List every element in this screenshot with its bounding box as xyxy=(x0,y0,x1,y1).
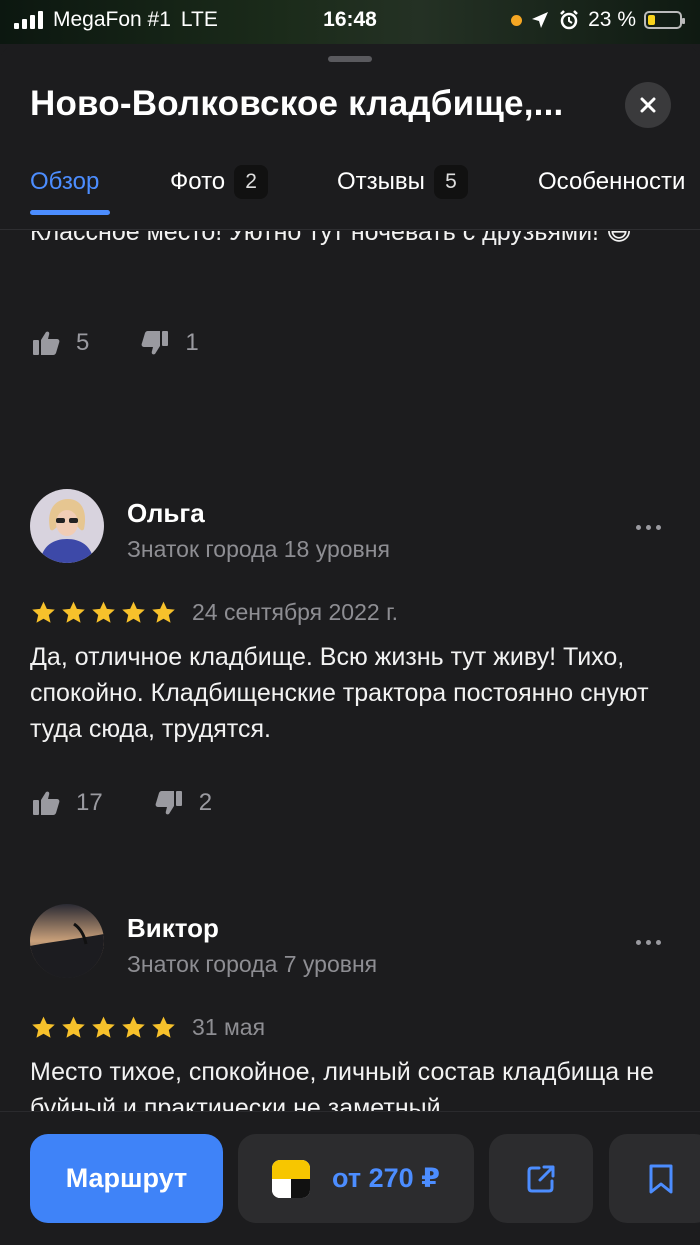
thumbs-up-icon[interactable] xyxy=(32,790,60,816)
battery-percent: 23 % xyxy=(588,8,636,31)
author-level: Знаток города 18 уровня xyxy=(127,536,390,562)
share-icon xyxy=(527,1165,555,1192)
star-icon xyxy=(122,601,145,623)
review-date: 24 сентября 2022 г. xyxy=(192,599,399,625)
tab-label: Отзывы xyxy=(337,168,425,195)
place-card-sheet: Ново-Волковское кладбище,... Обзор Фото … xyxy=(0,44,700,1245)
star-icon xyxy=(152,1016,175,1038)
rating-stars xyxy=(30,600,180,626)
tab-label: Обзор xyxy=(30,168,100,195)
avatar[interactable] xyxy=(30,904,104,978)
route-button-label: Маршрут xyxy=(65,1163,188,1193)
bookmark-button[interactable] xyxy=(609,1134,700,1223)
star-icon xyxy=(152,601,175,623)
avatar-image xyxy=(30,489,104,563)
tab-bar: Обзор Фото 2 Отзывы 5 Особенности xyxy=(0,154,700,230)
review-text: Место тихое, спокойное, личный состав кл… xyxy=(30,1058,654,1111)
review-text: Да, отличное кладбище. Всю жизнь тут жив… xyxy=(30,643,649,743)
star-icon xyxy=(32,1016,55,1038)
rating-row: 31 мая xyxy=(30,1014,265,1041)
battery-icon xyxy=(644,11,685,29)
thumbs-down-icon[interactable] xyxy=(155,790,183,816)
taxi-button[interactable]: от 270 ₽ xyxy=(238,1134,474,1223)
tab-photos[interactable]: Фото 2 xyxy=(170,154,269,210)
tab-badge: 2 xyxy=(234,165,269,199)
location-arrow-icon xyxy=(532,12,549,28)
recording-dot-icon xyxy=(511,14,523,26)
star-icon xyxy=(62,601,85,623)
star-icon xyxy=(62,1016,85,1038)
tab-features[interactable]: Особенности xyxy=(538,154,685,210)
dislikes-count: 2 xyxy=(198,789,213,816)
tab-label: Фото xyxy=(170,168,226,195)
author-name[interactable]: Ольга xyxy=(127,498,205,529)
avatar[interactable] xyxy=(30,489,104,563)
bottom-action-bar: Маршрут от 270 ₽ xyxy=(0,1111,700,1245)
star-icon xyxy=(92,1016,115,1038)
star-icon xyxy=(122,1016,145,1038)
route-button[interactable]: Маршрут xyxy=(30,1134,223,1223)
dislikes-count: 1 xyxy=(185,329,199,356)
likes-count: 5 xyxy=(76,329,90,356)
tab-overview[interactable]: Обзор xyxy=(30,154,99,210)
more-options-button[interactable] xyxy=(636,525,661,530)
author-name[interactable]: Виктор xyxy=(127,913,219,944)
close-button[interactable] xyxy=(625,82,671,128)
thumbs-up-icon[interactable] xyxy=(32,330,60,356)
rating-stars xyxy=(30,1015,180,1041)
author-level: Знаток города 7 уровня xyxy=(127,951,378,977)
sheet-grabber[interactable] xyxy=(328,56,372,62)
share-button[interactable] xyxy=(489,1134,593,1223)
more-options-button[interactable] xyxy=(636,940,661,945)
status-bar: MegaFon #1 LTE 16:48 23 % xyxy=(0,0,700,44)
bookmark-icon xyxy=(649,1164,673,1193)
tab-badge: 5 xyxy=(433,165,468,199)
likes-count: 17 xyxy=(76,789,103,816)
rating-row: 24 сентября 2022 г. xyxy=(30,599,398,626)
taxi-logo-icon xyxy=(272,1159,311,1198)
battery-fill xyxy=(648,15,655,25)
review-votes: 5 1 xyxy=(32,329,251,357)
review-date: 31 мая xyxy=(192,1014,266,1040)
place-title: Ново-Волковское кладбище,... xyxy=(30,84,564,123)
star-icon xyxy=(92,601,115,623)
taxi-price: от 270 ₽ xyxy=(332,1163,440,1193)
tab-reviews[interactable]: Отзывы 5 xyxy=(337,154,468,210)
alarm-icon xyxy=(560,10,579,30)
status-right: 23 % xyxy=(511,8,685,32)
avatar-image xyxy=(30,904,104,978)
review-votes: 17 2 xyxy=(32,789,264,817)
thumbs-down-icon[interactable] xyxy=(141,330,169,356)
active-tab-indicator xyxy=(30,210,110,215)
reviews-list[interactable]: Классное место! Уютно тут ночевать с дру… xyxy=(0,231,700,1111)
review-text: Классное место! Уютно тут ночевать с дру… xyxy=(30,231,633,246)
star-icon xyxy=(32,601,55,623)
close-icon xyxy=(640,97,656,113)
tab-label: Особенности xyxy=(538,168,686,195)
